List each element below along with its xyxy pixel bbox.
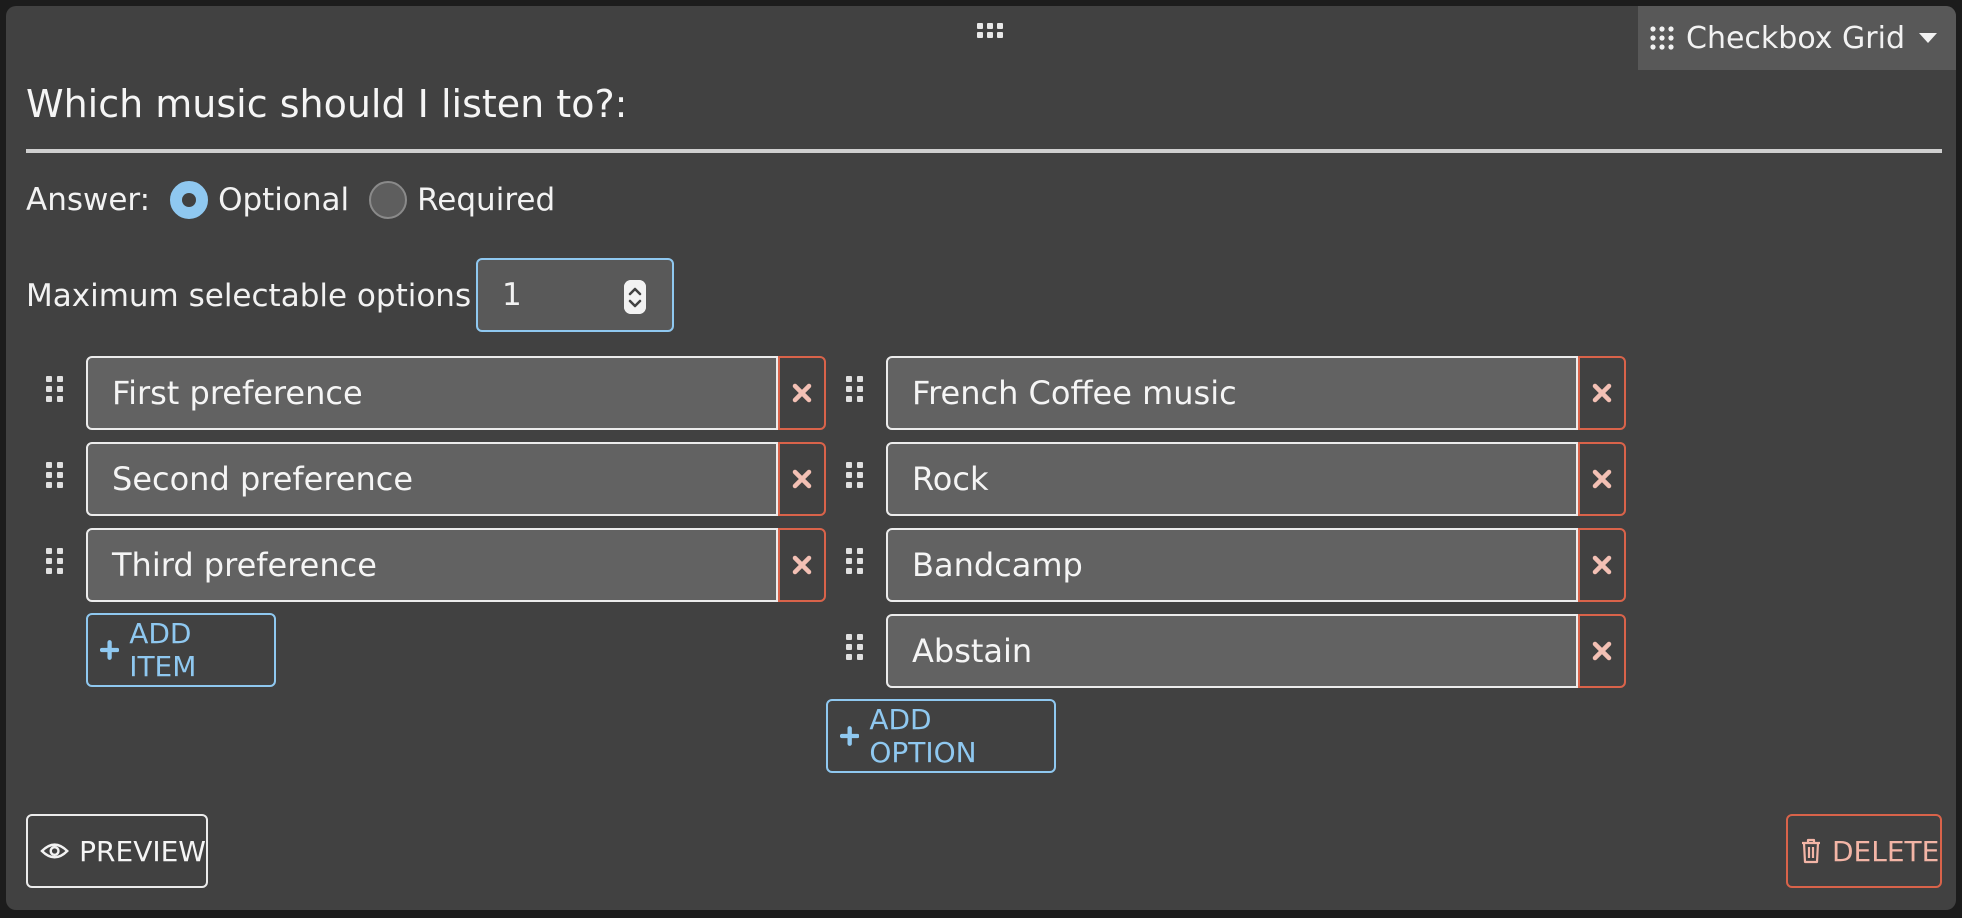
delete-button[interactable]: DELETE xyxy=(1786,814,1942,888)
eye-icon xyxy=(40,843,69,859)
question-card: Checkbox Grid Which music should I liste… xyxy=(6,6,1956,910)
preview-label: PREVIEW xyxy=(79,834,206,868)
trash-icon xyxy=(1802,838,1820,864)
drag-handle-icon[interactable] xyxy=(846,634,864,660)
drag-handle-icon[interactable] xyxy=(846,548,864,574)
delete-label: DELETE xyxy=(1832,834,1940,868)
close-icon xyxy=(792,383,812,403)
max-options-stepper[interactable]: 1 xyxy=(476,258,674,332)
option-input[interactable]: French Coffee music xyxy=(886,356,1578,430)
max-options-value: 1 xyxy=(502,277,522,313)
question-type-label: Checkbox Grid xyxy=(1686,20,1906,56)
option-input[interactable]: Rock xyxy=(886,442,1578,516)
answer-label: Answer: xyxy=(26,182,151,218)
item-input[interactable]: Third preference xyxy=(86,528,778,602)
grid-dots-icon xyxy=(1650,26,1674,50)
stepper-arrows-icon[interactable] xyxy=(624,280,646,314)
remove-item-button[interactable] xyxy=(778,356,826,430)
add-item-button[interactable]: ADD ITEM xyxy=(86,613,276,687)
drag-handle-icon[interactable] xyxy=(46,462,64,488)
close-icon xyxy=(1592,555,1612,575)
chevron-down-icon xyxy=(1919,33,1938,43)
max-options-label: Maximum selectable options xyxy=(26,278,472,314)
drag-handle-icon[interactable] xyxy=(846,376,864,402)
plus-icon xyxy=(100,640,120,660)
add-option-button[interactable]: ADD OPTION xyxy=(826,699,1056,773)
close-icon xyxy=(1592,383,1612,403)
drag-handle-icon[interactable] xyxy=(46,548,64,574)
remove-item-button[interactable] xyxy=(778,442,826,516)
radio-required-label[interactable]: Required xyxy=(417,182,555,218)
answer-requirement-group: Answer: Optional Required xyxy=(26,178,575,222)
plus-icon xyxy=(840,726,860,746)
item-input[interactable]: First preference xyxy=(86,356,778,430)
drag-grip-icon[interactable] xyxy=(977,23,1003,39)
remove-option-button[interactable] xyxy=(1578,614,1626,688)
preview-button[interactable]: PREVIEW xyxy=(26,814,208,888)
add-item-label: ADD ITEM xyxy=(129,617,197,683)
close-icon xyxy=(1592,641,1612,661)
title-divider xyxy=(26,149,1942,153)
option-input[interactable]: Abstain xyxy=(886,614,1578,688)
item-input[interactable]: Second preference xyxy=(86,442,778,516)
close-icon xyxy=(792,469,812,489)
add-option-label: ADD OPTION xyxy=(869,703,977,769)
remove-item-button[interactable] xyxy=(778,528,826,602)
remove-option-button[interactable] xyxy=(1578,356,1626,430)
question-type-dropdown[interactable]: Checkbox Grid xyxy=(1638,6,1956,70)
radio-optional[interactable] xyxy=(170,181,209,219)
radio-optional-label[interactable]: Optional xyxy=(218,182,349,218)
remove-option-button[interactable] xyxy=(1578,442,1626,516)
drag-handle-icon[interactable] xyxy=(46,376,64,402)
drag-handle-icon[interactable] xyxy=(846,462,864,488)
radio-required[interactable] xyxy=(369,181,408,219)
question-title[interactable]: Which music should I listen to?: xyxy=(26,82,627,126)
remove-option-button[interactable] xyxy=(1578,528,1626,602)
close-icon xyxy=(1592,469,1612,489)
option-input[interactable]: Bandcamp xyxy=(886,528,1578,602)
close-icon xyxy=(792,555,812,575)
